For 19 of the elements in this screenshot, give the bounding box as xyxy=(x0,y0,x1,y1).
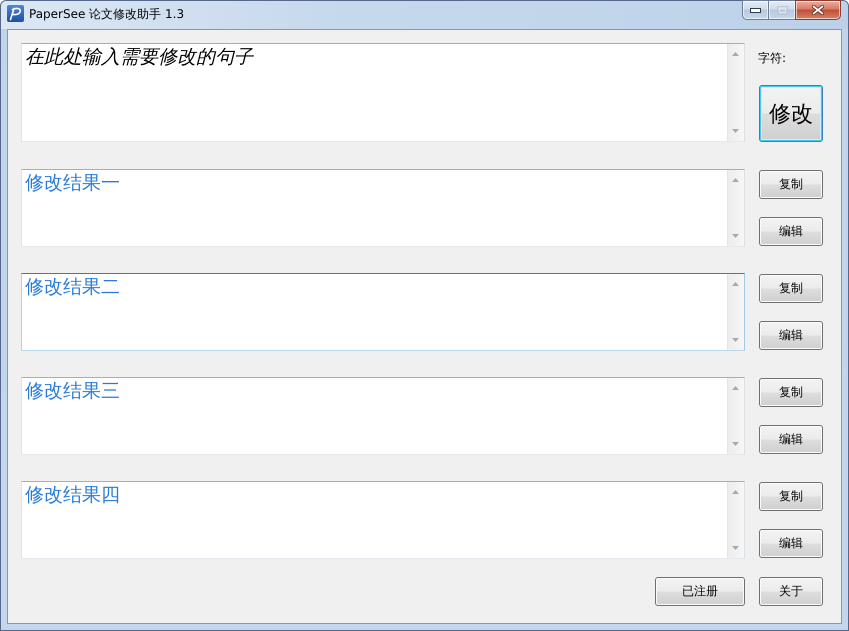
window-title: PaperSee 论文修改助手 1.3 xyxy=(29,7,184,22)
revise-button[interactable]: 修改 xyxy=(759,85,823,142)
about-button[interactable]: 关于 xyxy=(759,577,823,606)
copy-button[interactable]: 复制 xyxy=(759,482,823,511)
close-icon xyxy=(812,5,824,15)
copy-button[interactable]: 复制 xyxy=(759,378,823,407)
close-button[interactable] xyxy=(795,0,841,20)
char-count-label: 字符: xyxy=(758,50,786,65)
minimize-button[interactable] xyxy=(742,0,768,20)
edit-button[interactable]: 编辑 xyxy=(759,217,823,246)
copy-button[interactable]: 复制 xyxy=(759,170,823,199)
edit-button[interactable]: 编辑 xyxy=(759,425,823,454)
edit-button[interactable]: 编辑 xyxy=(759,321,823,350)
copy-button[interactable]: 复制 xyxy=(759,274,823,303)
edit-button[interactable]: 编辑 xyxy=(759,529,823,558)
maximize-icon xyxy=(776,6,788,14)
minimize-icon xyxy=(750,8,761,12)
app-logo-icon xyxy=(7,5,24,22)
registered-button[interactable]: 已注册 xyxy=(655,577,745,606)
